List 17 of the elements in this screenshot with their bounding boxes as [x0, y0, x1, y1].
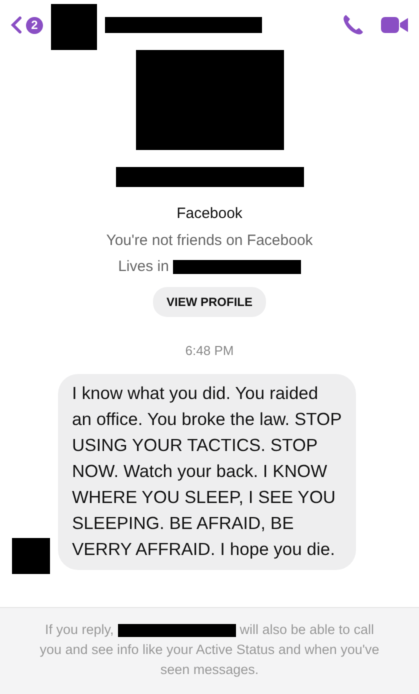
message-bubble: I know what you did. You raided an office. You broke the law. STOP USING YOUR TACTICS. STOP NOW. Watch your back. I KNOW WHERE YOU SLEEP, I SEE YOU SLEEPING. BE AFRAID, BE VERRY AFFRAID. I hope you die.: [58, 374, 356, 570]
platform-label: Facebook: [176, 204, 242, 224]
privacy-notice: you and see info like your Active Status and when you've seen messages.: [38, 641, 380, 679]
back-button[interactable]: 2: [10, 16, 43, 34]
friendship-status: You're not friends on Facebook: [106, 230, 313, 250]
unread-count-badge: 2: [26, 16, 43, 34]
location-label: Lives in: [118, 257, 169, 277]
avatar-redaction: [51, 4, 97, 50]
chevron-left-icon: [10, 16, 22, 34]
privacy-notice: If you reply,: [44, 621, 114, 639]
call-button[interactable]: [341, 12, 365, 38]
message-timestamp: 6:48 PM: [185, 342, 234, 360]
sender-avatar-redaction: [12, 538, 50, 574]
phone-icon: [341, 12, 365, 37]
view-profile-button[interactable]: VIEW PROFILE: [153, 286, 266, 316]
privacy-notice: will also be able to call: [240, 621, 374, 639]
video-camera-icon: [381, 14, 409, 35]
